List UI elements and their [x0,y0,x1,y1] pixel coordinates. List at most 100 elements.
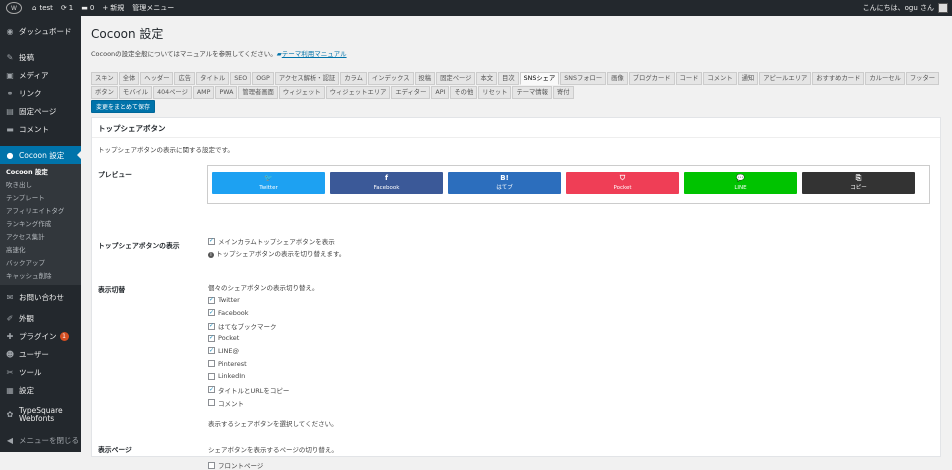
tab[interactable]: 目次 [498,72,519,85]
share-toggle-checkbox[interactable]: ✓ はてなブックマーク [208,321,277,331]
share-toggle-checkbox[interactable]: LinkedIn [208,372,245,380]
tab[interactable]: API [431,86,450,99]
share-button-はてブ[interactable]: B! はてブ [448,172,561,194]
tab[interactable]: ウィジェットエリア [325,86,391,99]
share-button-facebook[interactable]: f Facebook [330,172,443,194]
share-button-twitter[interactable]: 🐦 Twitter [212,172,325,194]
tab[interactable]: 本文 [476,72,498,85]
submenu-item[interactable]: Cocoon 設定 [0,166,81,179]
tab[interactable]: ヘッダー [140,72,174,85]
sidebar-item[interactable]: ◉ ダッシュボード [0,22,81,40]
tab[interactable]: リセット [478,86,512,99]
submenu-item[interactable]: ランキング作成 [0,218,81,231]
share-button-line[interactable]: 💬 LINE [684,172,797,194]
tab[interactable]: 固定ページ [436,72,476,85]
share-toggle-checkbox[interactable]: ✓ Twitter [208,296,240,304]
manual-link[interactable]: テーマ利用マニュアル [282,50,347,58]
tab[interactable]: スキン [91,72,118,85]
sidebar-item-cocoon[interactable]: ● Cocoon 設定 [0,146,81,164]
checkbox-box[interactable] [208,360,215,367]
submenu-item[interactable]: バックアップ [0,257,81,270]
tab[interactable]: 画像 [607,72,628,85]
checkbox-box[interactable]: ✓ [208,386,215,394]
sidebar-item[interactable]: ✿ TypeSquare Webfonts [0,403,81,427]
sidebar-item[interactable]: ◀ メニューを閉じる [0,431,81,449]
updates-link[interactable]: ⟳ 1 [57,0,77,16]
tab[interactable]: OGP [252,72,274,85]
share-toggle-checkbox[interactable]: ✓ Pocket [208,334,239,342]
share-button-コピー[interactable]: ⎘ コピー [802,172,915,194]
submenu-item[interactable]: 高速化 [0,244,81,257]
checkbox-box[interactable]: ✓ [208,309,215,317]
front-page-checkbox[interactable]: フロントページ [208,460,263,470]
submenu-item[interactable]: キャッシュ削除 [0,270,81,283]
tab[interactable]: 404ページ [153,86,192,99]
tab[interactable]: AMP [192,86,215,99]
share-toggle-checkbox[interactable]: Pinterest [208,360,247,368]
tab[interactable]: ボタン [91,86,118,99]
tab[interactable]: タイトル [196,72,230,85]
checkbox-box[interactable]: ✓ [208,237,215,245]
tab[interactable]: その他 [450,86,478,99]
account-menu[interactable]: こんにちは、ogu さん [863,3,952,13]
sidebar-item[interactable]: ⚭ リンク [0,84,81,102]
tab[interactable]: アピールエリア [759,72,812,85]
share-toggle-checkbox[interactable]: コメント [208,398,244,408]
sidebar-item[interactable]: ☻ ユーザー [0,345,81,363]
share-button-pocket[interactable]: ⛉ Pocket [566,172,679,194]
tab[interactable]: SNSフォロー [560,72,607,85]
submenu-item[interactable]: テンプレート [0,192,81,205]
submenu-item[interactable]: 吹き出し [0,179,81,192]
checkbox-box[interactable] [208,372,215,380]
tab[interactable]: ブログカード [628,72,675,85]
tab[interactable]: 広告 [174,72,196,85]
share-toggle-checkbox[interactable]: ✓ Facebook [208,309,249,317]
tab[interactable]: 寄付 [552,86,574,99]
tab[interactable]: SNSシェア [519,72,560,85]
tab[interactable]: エディター [391,86,431,99]
tab[interactable]: おすすめカード [812,72,865,85]
share-toggle-checkbox[interactable]: ✓ LINE@ [208,347,239,355]
wordpress-logo[interactable]: W [0,0,28,16]
sidebar-item[interactable]: ▤ 固定ページ [0,102,81,120]
sidebar-item[interactable]: ✂ ツール [0,363,81,381]
admin-menu-link[interactable]: 管理メニュー [128,0,178,16]
sidebar-item[interactable]: ▦ 設定 [0,381,81,399]
checkbox-box[interactable]: ✓ [208,322,215,330]
sidebar-item[interactable]: ✉ お問い合わせ [0,288,81,306]
checkbox-box[interactable]: ✓ [208,296,215,304]
checkbox-box[interactable] [208,399,215,407]
tab[interactable]: 通知 [737,72,759,85]
save-all-button[interactable]: 変更をまとめて保存 [91,100,156,113]
checkbox-box[interactable] [208,461,215,469]
main-column-top-share-checkbox[interactable]: ✓ メインカラムトップシェアボタンを表示 [208,236,335,246]
tab[interactable]: コード [675,72,703,85]
tab[interactable]: 全体 [118,72,140,85]
tab[interactable]: フッター [905,72,940,85]
checkbox-box[interactable]: ✓ [208,334,215,342]
tab[interactable]: SEO [230,72,252,85]
tab[interactable]: モバイル [118,86,153,99]
comments-link[interactable]: ▬ 0 [77,0,98,16]
tab[interactable]: PWA [215,86,238,99]
tab[interactable]: 投稿 [414,72,436,85]
tab[interactable]: インデックス [367,72,414,85]
tab[interactable]: 管理者画面 [238,86,278,99]
tab[interactable]: コメント [703,72,737,85]
site-name-link[interactable]: ⌂ test [28,0,57,16]
tab[interactable]: カラム [340,72,367,85]
tab[interactable]: ウィジェット [278,86,325,99]
tab[interactable]: カルーセル [865,72,905,85]
checkbox-box[interactable]: ✓ [208,347,215,355]
sidebar-item[interactable]: ✐ 外観 [0,309,81,327]
tab[interactable]: テーマ情報 [512,86,552,99]
submenu-item[interactable]: アフィリエイトタグ [0,205,81,218]
sidebar-item[interactable]: ▬ コメント [0,120,81,138]
tab[interactable]: アクセス解析・認証 [274,72,340,85]
sidebar-item[interactable]: ▣ メディア [0,66,81,84]
share-toggle-checkbox[interactable]: ✓ タイトルとURLをコピー [208,385,289,395]
submenu-item[interactable]: アクセス集計 [0,231,81,244]
sidebar-item[interactable]: ✚ プラグイン 1 [0,327,81,345]
new-content-link[interactable]: + 新規 [98,0,128,16]
sidebar-item[interactable]: ✎ 投稿 [0,48,81,66]
